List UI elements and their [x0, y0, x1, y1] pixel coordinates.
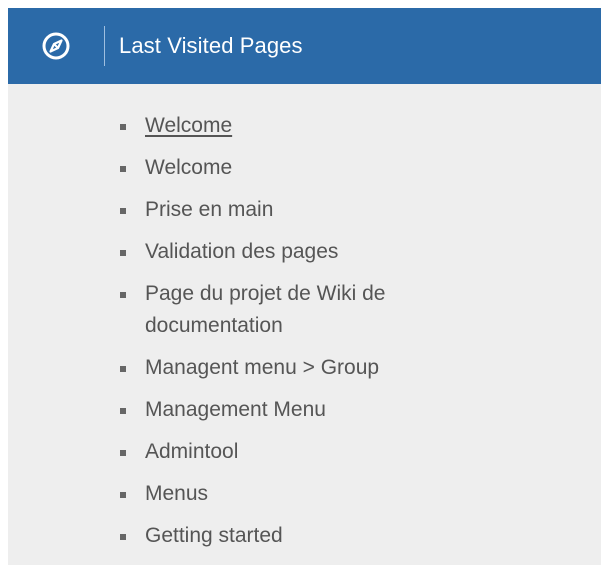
bullet-icon — [120, 408, 126, 414]
list-item: Menus — [118, 478, 478, 510]
list-item: Welcome — [118, 110, 478, 142]
bullet-icon — [120, 166, 126, 172]
last-visited-pages-panel: Last Visited Pages Welcome Welcome Prise… — [8, 8, 601, 565]
page-link-projet-wiki[interactable]: Page du projet de Wiki de documentation — [145, 282, 385, 337]
page-link-management-menu[interactable]: Management Menu — [145, 398, 326, 421]
page-link-validation-des-pages[interactable]: Validation des pages — [145, 240, 338, 263]
page-link-managent-menu-group[interactable]: Managent menu > Group — [145, 356, 379, 379]
compass-icon — [8, 8, 104, 84]
page-link-welcome-current[interactable]: Welcome — [145, 114, 232, 137]
list-item: Validation des pages — [118, 236, 478, 268]
bullet-icon — [120, 450, 126, 456]
list-item: Welcome — [118, 152, 478, 184]
panel-title: Last Visited Pages — [119, 33, 303, 58]
header-divider — [104, 26, 105, 66]
last-visited-list: Welcome Welcome Prise en main Validation… — [118, 110, 478, 562]
bullet-icon — [120, 208, 126, 214]
panel-header: Last Visited Pages — [8, 8, 601, 84]
bullet-icon — [120, 366, 126, 372]
page-link-admintool[interactable]: Admintool — [145, 440, 238, 463]
bullet-icon — [120, 534, 126, 540]
page-link-menus[interactable]: Menus — [145, 482, 208, 505]
bullet-icon — [120, 250, 126, 256]
bullet-icon — [120, 492, 126, 498]
page-link-welcome[interactable]: Welcome — [145, 156, 232, 179]
page-link-prise-en-main[interactable]: Prise en main — [145, 198, 273, 221]
list-item: Page du projet de Wiki de documentation — [118, 278, 478, 342]
bullet-icon — [120, 124, 126, 130]
page-link-getting-started[interactable]: Getting started — [145, 524, 283, 547]
bullet-icon — [120, 292, 126, 298]
list-item: Management Menu — [118, 394, 478, 426]
list-item: Getting started — [118, 520, 478, 552]
list-item: Admintool — [118, 436, 478, 468]
list-item: Prise en main — [118, 194, 478, 226]
list-item: Managent menu > Group — [118, 352, 478, 384]
